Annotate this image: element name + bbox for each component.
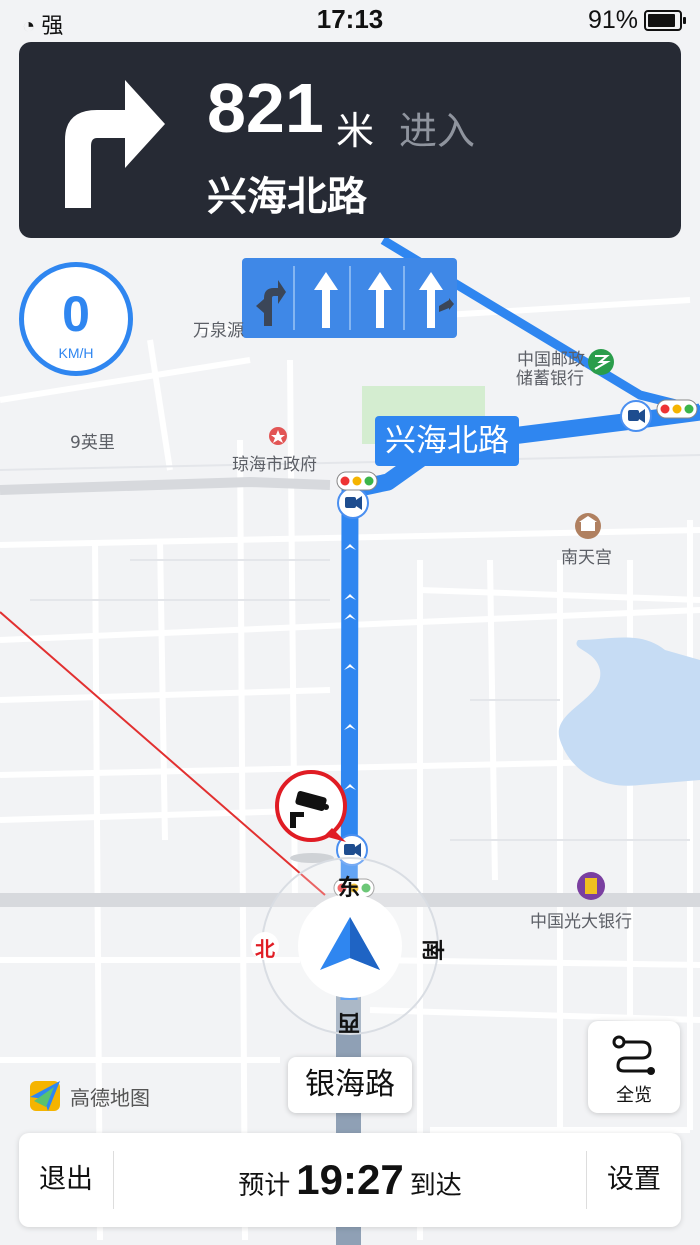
eta-display[interactable]: 预计 19:27 到达: [114, 1133, 586, 1227]
bottom-navigation-bar: 退出 预计 19:27 到达 设置: [19, 1133, 681, 1227]
amap-logo: 高德地图: [28, 1079, 150, 1113]
exit-button[interactable]: 退出: [19, 1133, 113, 1227]
eta-prefix: 预计: [238, 1171, 291, 1201]
speedometer: 0 KM/H: [19, 262, 133, 376]
compass-east: 东: [338, 876, 361, 901]
turn-guidance-panel[interactable]: 821 米 进入 兴海北路: [19, 42, 681, 238]
overview-label: 全览: [616, 1085, 652, 1106]
poi-everbright-bank[interactable]: 中国光大银行: [530, 907, 632, 932]
amap-logo-icon: [30, 1081, 60, 1111]
lane-guidance: [242, 258, 457, 338]
lane-arrows-icon: [256, 266, 454, 330]
amap-logo-text: 高德地图: [70, 1085, 150, 1110]
eta-suffix: 到达: [409, 1171, 462, 1201]
target-road-tag: 兴海北路: [375, 416, 519, 466]
speed-unit: KM/H: [58, 345, 94, 361]
current-road-label: 银海路: [288, 1057, 412, 1113]
compass-west: 西: [338, 1009, 361, 1034]
turn-right-arrow-icon: [65, 80, 165, 208]
speed-value: 0: [62, 286, 90, 342]
overview-button[interactable]: 全览: [588, 1021, 680, 1113]
battery-percent: 91%: [587, 6, 638, 34]
next-road-name: 兴海北路: [207, 174, 367, 220]
poi-wanquan[interactable]: 万泉源: [193, 316, 244, 341]
distance-unit: 米: [336, 109, 375, 153]
route-overview-icon: [612, 1035, 655, 1075]
compass-south: 南: [419, 938, 445, 962]
eta-time: 19:27: [296, 1156, 404, 1203]
poi-nantiangong[interactable]: 南天宫: [561, 543, 612, 568]
poi-government[interactable]: 琼海市政府: [232, 450, 317, 475]
turn-action: 进入: [399, 109, 476, 153]
settings-button[interactable]: 设置: [587, 1133, 681, 1227]
compass-north: 北: [255, 937, 275, 961]
turn-distance: 821: [207, 69, 324, 147]
battery-indicator: 91%: [587, 6, 686, 35]
battery-icon: [644, 10, 686, 31]
status-bar: ◔ 强 17:13 91%: [0, 0, 700, 40]
poi-jiuyingli[interactable]: 9英里: [70, 428, 115, 453]
poi-post-line2[interactable]: 储蓄银行: [516, 364, 584, 389]
